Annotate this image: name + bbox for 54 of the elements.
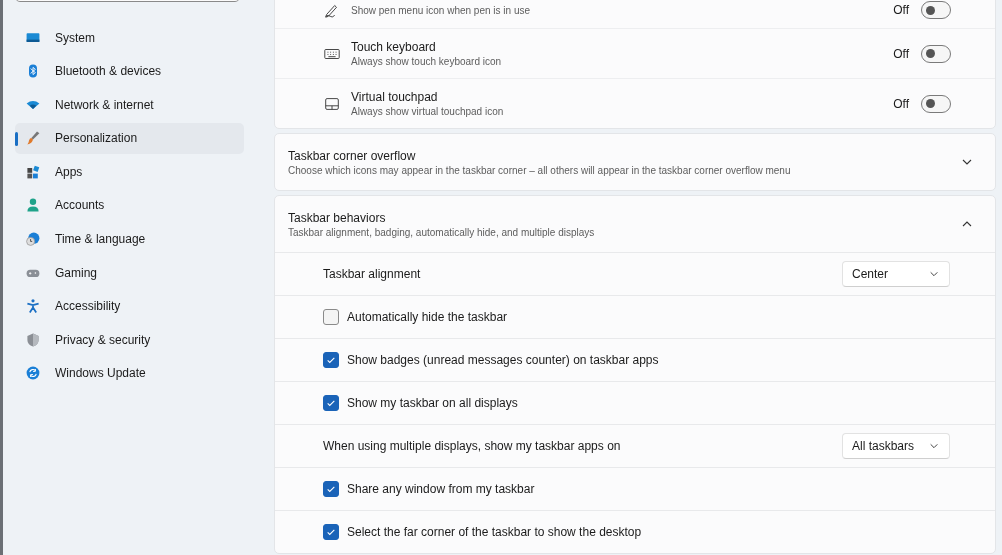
toggle-switch[interactable] (921, 1, 951, 19)
toggle-state-label: Off (893, 3, 909, 17)
checkmark-icon (326, 484, 336, 494)
dropdown[interactable]: All taskbars (842, 433, 950, 459)
shield-icon (25, 331, 41, 348)
apps-icon (25, 163, 41, 180)
toggle-state-label: Off (893, 46, 909, 61)
toggle-state-label: Off (893, 96, 909, 111)
toggle-switch[interactable] (921, 44, 951, 63)
dropdown[interactable]: Center (842, 261, 950, 287)
setting-label: Taskbar alignment (323, 267, 421, 281)
globe-clock-icon (25, 231, 41, 248)
person-icon (25, 197, 41, 214)
sidebar-item[interactable]: Time & language (15, 223, 244, 255)
checkmark-icon (326, 355, 336, 365)
chevron-down-icon (929, 269, 939, 279)
sidebar-item[interactable]: Windows Update (15, 357, 244, 389)
sidebar-item[interactable]: Accounts (15, 189, 244, 221)
checkbox-label: Show my taskbar on all displays (347, 396, 518, 410)
checkbox[interactable] (323, 395, 339, 411)
paintbrush-icon (25, 130, 41, 147)
sidebar-item[interactable]: Gaming (15, 257, 244, 289)
checkbox[interactable] (323, 309, 339, 325)
toggle-switch[interactable] (921, 94, 951, 113)
sidebar-item[interactable]: Privacy & security (15, 324, 244, 356)
section-title: Taskbar behaviors (288, 210, 387, 225)
sidebar-item[interactable]: Accessibility (15, 290, 244, 322)
checkbox[interactable] (323, 481, 339, 497)
setting-description: Always show touch keyboard icon (351, 56, 503, 67)
checkmark-icon (326, 398, 336, 408)
setting-title: Touch keyboard (351, 40, 437, 54)
setting-label: When using multiple displays, show my taskbar apps on (323, 439, 621, 453)
checkbox[interactable] (323, 524, 339, 540)
sidebar-item[interactable]: System (15, 22, 244, 53)
setting-description: Always show virtual touchpad icon (351, 106, 505, 117)
sidebar-item[interactable]: Personalization (15, 122, 244, 154)
checkbox-label: Show badges (unread messages counter) on taskbar apps (347, 353, 659, 367)
checkbox-label: Select the far corner of the taskbar to show the desktop (347, 525, 642, 539)
section-description: Taskbar alignment, badging, automatically hide, and multiple displays (288, 226, 596, 238)
checkbox[interactable] (323, 352, 339, 368)
selection-indicator (15, 131, 18, 146)
setting-description: Show pen menu icon when pen is in use (351, 4, 531, 16)
checkmark-icon (326, 527, 336, 537)
setting-title: Virtual touchpad (351, 90, 439, 104)
sidebar-item[interactable]: Network & internet (15, 89, 244, 121)
sidebar-item[interactable]: Bluetooth & devices (15, 55, 244, 87)
section-description: Choose which icons may appear in the taskbar corner – all others will appear in the taskbar corner overflow menu (288, 164, 792, 176)
accessibility-icon (25, 298, 41, 315)
refresh-icon (25, 365, 41, 382)
checkbox-label: Automatically hide the taskbar (347, 310, 508, 324)
sidebar-item[interactable]: Apps (15, 156, 244, 188)
section-title: Taskbar corner overflow (288, 148, 417, 163)
chevron-down-icon (929, 441, 939, 451)
checkbox-label: Share any window from my taskbar (347, 482, 535, 496)
